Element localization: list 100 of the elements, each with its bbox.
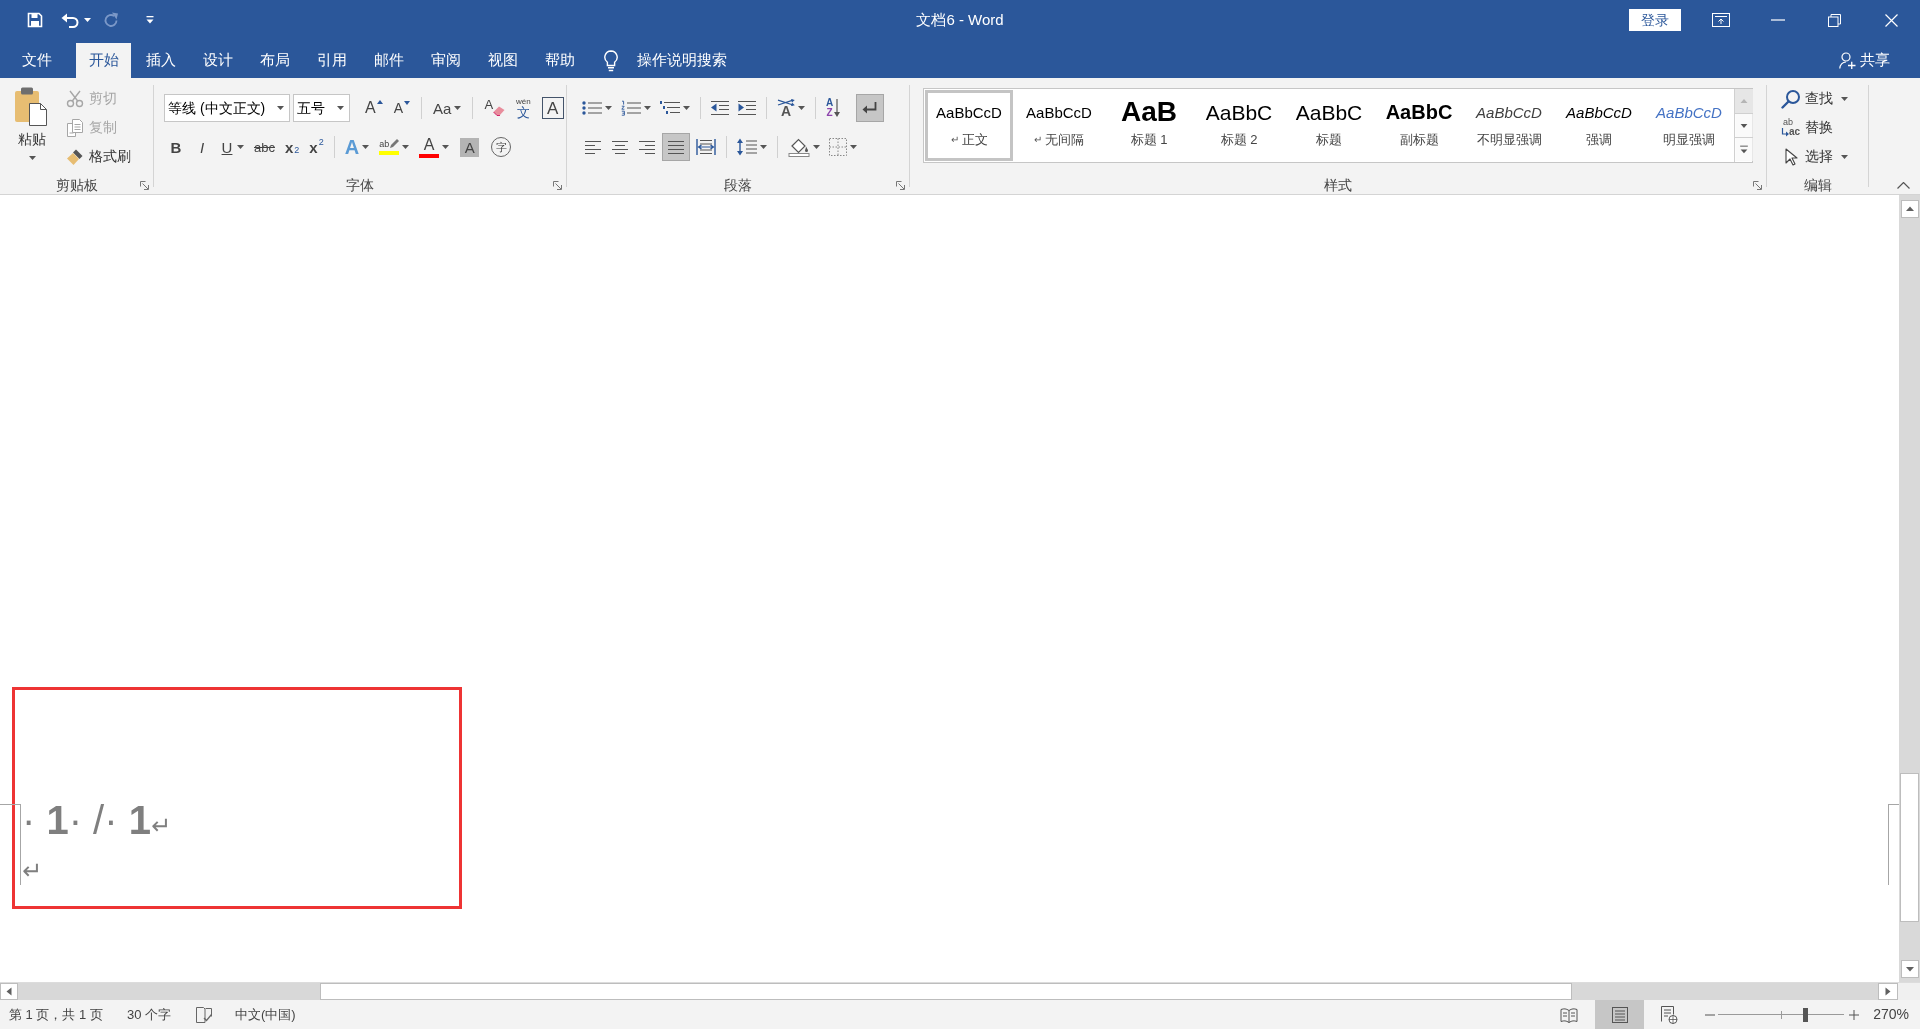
more-styles-icon[interactable] xyxy=(1735,137,1753,161)
dialog-launcher-icon[interactable] xyxy=(896,180,905,190)
share-button[interactable]: 共享 xyxy=(1839,43,1890,78)
scroll-left-icon[interactable] xyxy=(0,983,18,1000)
phonetic-guide-button[interactable]: wén 文 xyxy=(512,95,535,121)
caret-icon[interactable] xyxy=(442,145,450,149)
group-label: 编辑 xyxy=(1803,178,1832,192)
close-icon[interactable] xyxy=(1885,13,1898,27)
style-option[interactable]: AaBbCcD 强调 xyxy=(1555,90,1643,161)
clipboard-icon xyxy=(14,86,50,126)
zoom-level[interactable]: 270% xyxy=(1873,1004,1909,1025)
dialog-launcher-icon[interactable] xyxy=(553,180,562,190)
caret-icon[interactable] xyxy=(28,156,36,160)
caret-icon[interactable] xyxy=(362,145,370,149)
font-color-button[interactable]: A xyxy=(415,134,454,160)
italic-button[interactable]: I xyxy=(190,134,214,160)
zoom-slider[interactable] xyxy=(1718,1006,1845,1023)
font-name-field[interactable]: 等线 (中文正文) xyxy=(164,94,290,122)
sign-in-button[interactable]: 登录 xyxy=(1629,9,1681,31)
format-painter-button[interactable]: 格式刷 xyxy=(66,142,131,171)
ribbon-tab[interactable]: 审阅 xyxy=(418,43,473,78)
clear-formatting-button[interactable]: A xyxy=(480,95,510,121)
save-icon[interactable] xyxy=(27,12,43,28)
style-name: 不明显强调 xyxy=(1476,133,1542,146)
zoom-in-icon[interactable] xyxy=(1849,1009,1860,1020)
caret-icon[interactable] xyxy=(1841,154,1848,159)
undo-icon[interactable] xyxy=(61,12,79,28)
caret-icon[interactable] xyxy=(798,106,805,110)
restore-icon[interactable] xyxy=(1828,13,1841,27)
change-case-button[interactable]: Aa xyxy=(429,95,466,121)
select-button[interactable]: 选择 xyxy=(1781,142,1868,171)
caret-icon[interactable] xyxy=(850,145,857,149)
grow-font-button[interactable]: A xyxy=(361,95,387,121)
collapse-ribbon-icon[interactable] xyxy=(1897,182,1910,189)
replace-button[interactable]: ab ac 替换 xyxy=(1781,113,1868,142)
style-option[interactable]: AaBbC 副标题 xyxy=(1375,90,1463,161)
find-button[interactable]: 查找 xyxy=(1781,84,1868,113)
group-label: 字体 xyxy=(346,178,374,192)
justify-button[interactable] xyxy=(662,133,690,161)
dialog-launcher-icon[interactable] xyxy=(140,180,149,190)
caret-icon[interactable] xyxy=(760,145,767,149)
tell-me-prompt[interactable]: 操作说明搜索 xyxy=(637,49,727,72)
ribbon-tab[interactable]: 开始 xyxy=(76,43,131,78)
style-option[interactable]: AaBbC 标题 2 xyxy=(1195,90,1283,161)
style-option[interactable]: AaBbCcD 明显强调 xyxy=(1645,90,1733,161)
style-option[interactable]: AaB 标题 1 xyxy=(1105,90,1193,161)
caret-icon[interactable] xyxy=(813,145,820,149)
underline-button[interactable]: U xyxy=(216,134,248,160)
customize-icon[interactable] xyxy=(146,16,154,24)
page-count: 第 1 页，共 1 页 xyxy=(9,1005,103,1024)
caret-icon[interactable] xyxy=(1841,96,1848,101)
bold-button[interactable]: B xyxy=(164,134,188,160)
scroll-right-icon[interactable] xyxy=(1878,983,1898,1000)
ribbon-tab[interactable]: 视图 xyxy=(475,43,530,78)
ribbon-tab[interactable]: 帮助 xyxy=(532,43,587,78)
asian-layout-button[interactable]: A xyxy=(774,95,808,121)
scrollbar-thumb[interactable] xyxy=(1900,773,1919,922)
style-option[interactable]: AaBbCcD 不明显强调 xyxy=(1465,90,1553,161)
caret-icon[interactable] xyxy=(454,106,462,110)
dialog-launcher-icon[interactable] xyxy=(1753,180,1762,190)
caret-icon[interactable] xyxy=(84,18,91,22)
style-option[interactable]: AaBbCcD ↵ 无间隔 xyxy=(1015,90,1103,161)
style-option[interactable]: AaBbCcD ↵ 正文 xyxy=(925,90,1013,161)
sort-button[interactable]: A Z xyxy=(823,95,844,121)
strikethrough-button[interactable]: abc xyxy=(250,134,279,160)
caret-icon[interactable] xyxy=(237,145,244,149)
caret-icon[interactable] xyxy=(683,106,690,110)
character-shading-button[interactable]: A xyxy=(460,137,480,157)
paste-button[interactable]: 粘贴 xyxy=(12,84,52,176)
caret-icon[interactable] xyxy=(644,106,651,110)
ribbon-display-options-icon[interactable] xyxy=(1711,13,1730,27)
ribbon-tab[interactable]: 插入 xyxy=(133,43,188,78)
caret-icon[interactable] xyxy=(277,106,284,110)
ribbon-tab[interactable]: 布局 xyxy=(247,43,302,78)
ribbon-tab[interactable]: 邮件 xyxy=(361,43,416,78)
highlight-button[interactable]: ab xyxy=(375,134,414,160)
language-indicator[interactable]: 中文(中国) xyxy=(235,1004,296,1025)
scroll-down-icon[interactable] xyxy=(1735,113,1753,137)
show-marks-button[interactable] xyxy=(856,94,885,122)
caret-icon[interactable] xyxy=(402,145,410,149)
caret-icon[interactable] xyxy=(337,106,344,110)
character-border-button[interactable]: A xyxy=(541,97,564,119)
scroll-down-icon[interactable] xyxy=(1900,960,1919,978)
scrollbar-thumb[interactable] xyxy=(320,983,1572,1000)
slider-thumb[interactable] xyxy=(1803,1007,1809,1022)
shrink-font-button[interactable]: A xyxy=(389,95,414,121)
minimize-icon[interactable] xyxy=(1770,19,1785,21)
word-count[interactable]: 30 个字 xyxy=(126,1004,171,1025)
ribbon-tab[interactable]: 引用 xyxy=(304,43,359,78)
page-number-field: · 1· /· 1 xyxy=(22,796,151,844)
subscript-button[interactable]: x2 xyxy=(280,134,304,160)
ribbon-tab[interactable]: 文件 xyxy=(6,43,67,78)
style-option[interactable]: AaBbC 标题 xyxy=(1285,90,1373,161)
print-layout-button[interactable] xyxy=(1595,1000,1645,1029)
caret-icon[interactable] xyxy=(605,106,612,110)
scroll-up-icon[interactable] xyxy=(1900,200,1919,218)
ribbon-tab[interactable]: 设计 xyxy=(190,43,245,78)
font-size-field[interactable]: 五号 xyxy=(293,94,350,122)
proofing-icon[interactable] xyxy=(195,1005,213,1024)
decrease-indent-icon xyxy=(711,100,729,116)
